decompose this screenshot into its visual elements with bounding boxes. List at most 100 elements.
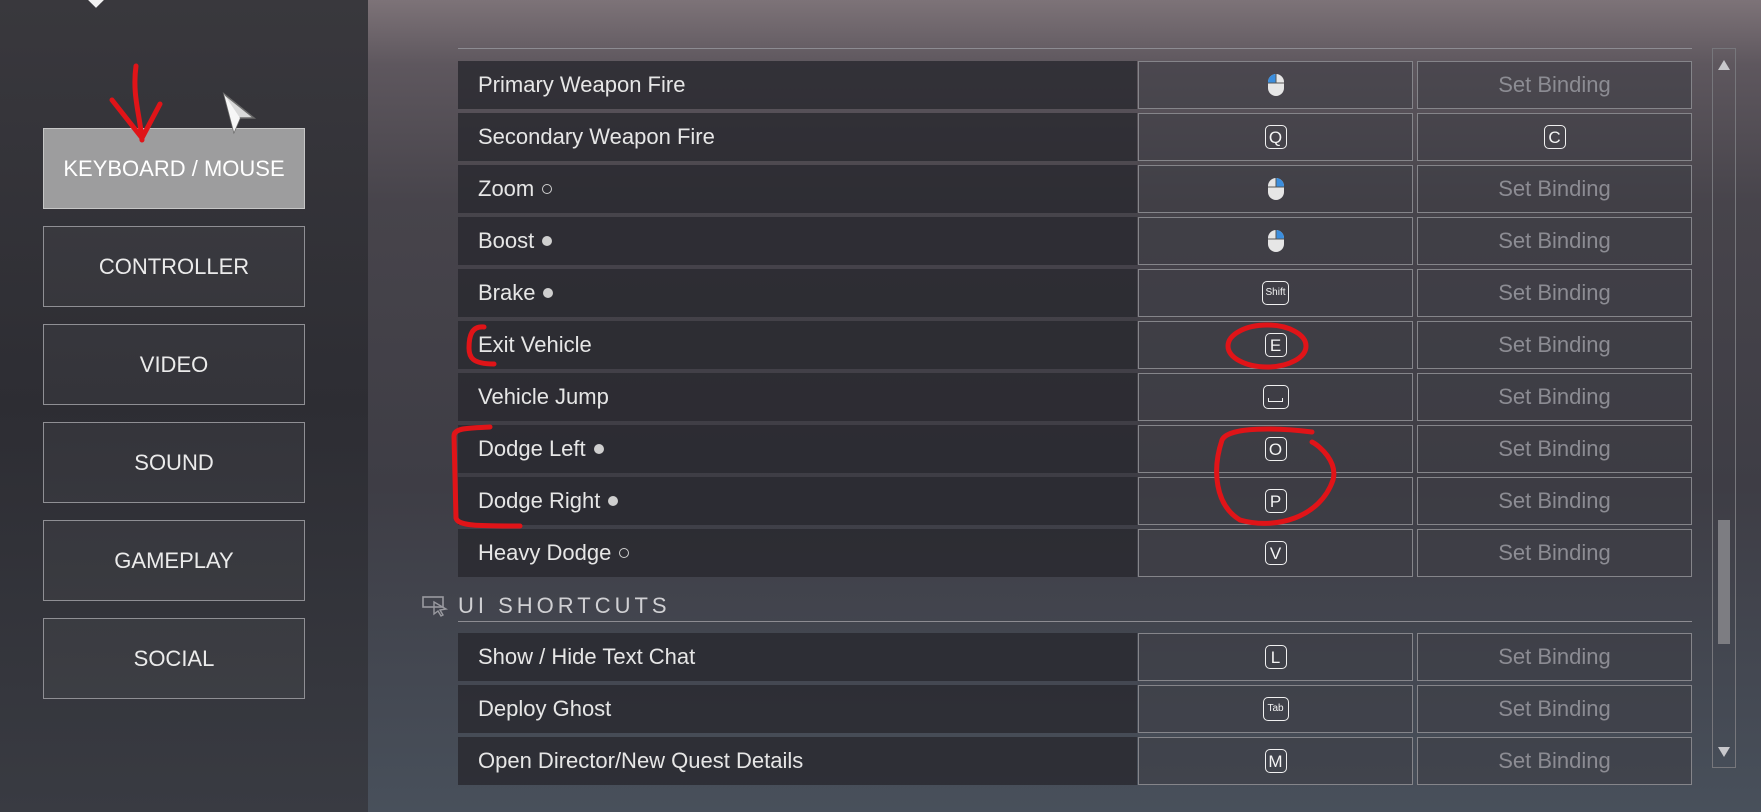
primary-binding-button[interactable]: Tab [1138, 685, 1413, 733]
key-o-icon: O [1264, 437, 1287, 461]
binding-label: Deploy Ghost [458, 685, 1137, 733]
primary-binding-button[interactable] [1138, 165, 1413, 213]
primary-binding-button[interactable]: V [1138, 529, 1413, 577]
divider [458, 621, 1692, 622]
set-binding-label: Set Binding [1498, 748, 1611, 773]
set-binding-label: Set Binding [1498, 72, 1611, 97]
mouse-left-click-icon [1267, 74, 1284, 96]
set-binding-label: Set Binding [1498, 436, 1611, 461]
hollow-dot-icon [542, 184, 553, 194]
set-binding-label: Set Binding [1498, 280, 1611, 305]
binding-row: Secondary Weapon Fire Q C [458, 113, 1692, 161]
binding-row: Show / Hide Text Chat L Set Binding [458, 633, 1692, 681]
primary-binding-button[interactable] [1138, 61, 1413, 109]
binding-label: Dodge Left [458, 425, 1137, 473]
binding-label: Vehicle Jump [458, 373, 1137, 421]
nav-controller-label: CONTROLLER [98, 253, 250, 279]
secondary-binding-button[interactable]: Set Binding [1417, 217, 1692, 265]
ui-shortcuts-icon [422, 596, 449, 617]
primary-binding-button[interactable]: L [1138, 633, 1413, 681]
divider [458, 48, 1692, 49]
set-binding-label: Set Binding [1498, 696, 1611, 721]
secondary-binding-button[interactable]: Set Binding [1417, 61, 1692, 109]
secondary-binding-button[interactable]: Set Binding [1417, 737, 1692, 785]
secondary-binding-button[interactable]: Set Binding [1417, 633, 1692, 681]
key-shift-icon: Shift [1262, 281, 1289, 305]
binding-row: Dodge Left O Set Binding [458, 425, 1692, 473]
set-binding-label: Set Binding [1498, 488, 1611, 513]
primary-binding-button[interactable] [1138, 217, 1413, 265]
binding-label: Brake [458, 269, 1137, 317]
spacebar-key-icon [1262, 385, 1289, 409]
nav-social-label: SOCIAL [133, 645, 215, 671]
set-binding-label: Set Binding [1498, 384, 1611, 409]
nav-gameplay-label: GAMEPLAY [114, 547, 234, 573]
hollow-dot-icon [619, 548, 630, 558]
binding-row: Deploy Ghost Tab Set Binding [458, 685, 1692, 733]
binding-label: Show / Hide Text Chat [458, 633, 1137, 681]
scroll-down-arrow-icon[interactable] [1717, 745, 1731, 759]
nav-controller[interactable]: CONTROLLER [43, 226, 305, 307]
key-v-icon: V [1264, 541, 1287, 565]
primary-binding-button[interactable]: Q [1138, 113, 1413, 161]
secondary-binding-button[interactable]: Set Binding [1417, 685, 1692, 733]
nav-sound[interactable]: SOUND [43, 422, 305, 503]
nav-gameplay[interactable]: GAMEPLAY [43, 520, 305, 601]
binding-label: Boost [458, 217, 1137, 265]
set-binding-label: Set Binding [1498, 228, 1611, 253]
binding-label: Secondary Weapon Fire [458, 113, 1137, 161]
scrollbar-thumb[interactable] [1718, 520, 1730, 644]
mouse-right-click-icon [1267, 178, 1284, 200]
binding-label: Zoom [458, 165, 1137, 213]
primary-binding-button[interactable]: Shift [1138, 269, 1413, 317]
set-binding-label: Set Binding [1498, 176, 1611, 201]
ui-shortcuts-header: UI SHORTCUTS [422, 591, 671, 621]
filled-dot-icon [593, 444, 604, 454]
secondary-binding-button[interactable]: Set Binding [1417, 373, 1692, 421]
nav-social[interactable]: SOCIAL [43, 618, 305, 699]
set-binding-label: Set Binding [1498, 540, 1611, 565]
binding-label: Exit Vehicle [458, 321, 1137, 369]
nav-video[interactable]: VIDEO [43, 324, 305, 405]
key-l-icon: L [1264, 645, 1287, 669]
mouse-right-click-icon [1267, 230, 1284, 252]
nav-keyboard-mouse[interactable]: KEYBOARD / MOUSE [43, 128, 305, 209]
secondary-binding-button[interactable]: Set Binding [1417, 165, 1692, 213]
set-binding-label: Set Binding [1498, 644, 1611, 669]
key-m-icon: M [1264, 749, 1287, 773]
nav-keyboard-mouse-label: KEYBOARD / MOUSE [63, 155, 285, 181]
binding-row: Zoom Set Binding [458, 165, 1692, 213]
secondary-binding-button[interactable]: Set Binding [1417, 321, 1692, 369]
secondary-binding-button[interactable]: Set Binding [1417, 529, 1692, 577]
settings-sidebar: KEYBOARD / MOUSE CONTROLLER VIDEO SOUND … [0, 0, 368, 812]
binding-label: Open Director/New Quest Details [458, 737, 1137, 785]
key-e-icon: E [1264, 333, 1287, 357]
scroll-up-arrow-icon[interactable] [1717, 58, 1731, 72]
binding-label: Dodge Right [458, 477, 1137, 525]
secondary-binding-button[interactable]: Set Binding [1417, 425, 1692, 473]
binding-row: Brake Shift Set Binding [458, 269, 1692, 317]
primary-binding-button[interactable] [1138, 373, 1413, 421]
binding-label: Heavy Dodge [458, 529, 1137, 577]
secondary-binding-button[interactable]: Set Binding [1417, 477, 1692, 525]
primary-binding-button[interactable]: P [1138, 477, 1413, 525]
secondary-binding-button[interactable]: C [1417, 113, 1692, 161]
binding-row: Primary Weapon Fire Set Binding [458, 61, 1692, 109]
destiny-logo-icon [86, 0, 106, 8]
key-p-icon: P [1264, 489, 1287, 513]
scrollbar[interactable] [1712, 48, 1736, 768]
key-tab-icon: Tab [1262, 697, 1289, 721]
primary-binding-button[interactable]: M [1138, 737, 1413, 785]
binding-row: Open Director/New Quest Details M Set Bi… [458, 737, 1692, 785]
key-c-icon: C [1543, 125, 1566, 149]
binding-label: Primary Weapon Fire [458, 61, 1137, 109]
set-binding-label: Set Binding [1498, 332, 1611, 357]
primary-binding-button[interactable]: E [1138, 321, 1413, 369]
secondary-binding-button[interactable]: Set Binding [1417, 269, 1692, 317]
mouse-cursor-icon [222, 92, 257, 135]
filled-dot-icon [608, 496, 619, 506]
binding-row: Boost Set Binding [458, 217, 1692, 265]
primary-binding-button[interactable]: O [1138, 425, 1413, 473]
binding-row: Dodge Right P Set Binding [458, 477, 1692, 525]
binding-row: Exit Vehicle E Set Binding [458, 321, 1692, 369]
